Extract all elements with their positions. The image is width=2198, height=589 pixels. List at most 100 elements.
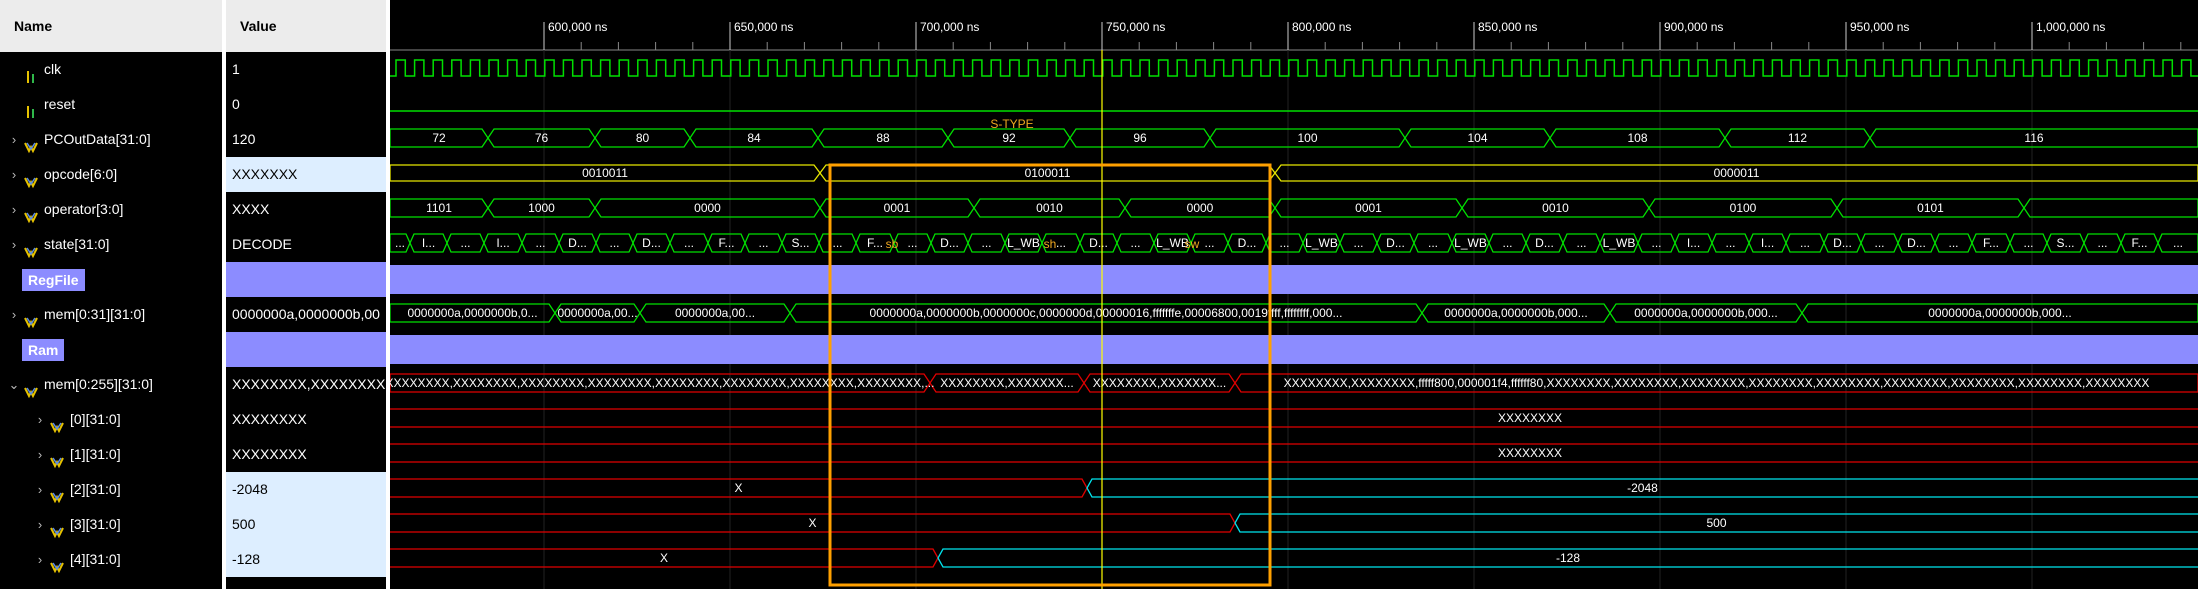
signal-name: [1][31:0]	[70, 446, 121, 462]
bus-value: 112	[1788, 131, 1807, 145]
bus-value: 0100	[1730, 201, 1757, 215]
bus-value: D...	[1535, 236, 1554, 250]
signal-row-regfile[interactable]: RegFile	[0, 262, 222, 297]
chevron-down-icon[interactable]: ⌄	[8, 367, 20, 402]
chevron-right-icon[interactable]: ›	[8, 157, 20, 192]
value-column: Value 1 0 120 XXXXXXX XXXX DECODE 0000000a,000…	[226, 0, 386, 589]
signal-row-mem-0-31-31-0[interactable]: › mem[0:31][31:0]	[0, 297, 222, 332]
bus-value: 0000000a,0000000b,000...	[1444, 306, 1587, 320]
chevron-right-icon[interactable]: ›	[8, 297, 20, 332]
bus-value: 0000000a,0000000b,0...	[407, 306, 537, 320]
bus-value: S...	[2056, 236, 2074, 250]
tick-label: 800,000 ns	[1292, 20, 1351, 34]
pc-wave[interactable]	[390, 128, 2198, 148]
bus-value: 0000000a,00...	[557, 306, 637, 320]
mem3-wave[interactable]	[390, 513, 2198, 533]
regfile-band	[390, 265, 2198, 294]
bus-value: XXXXXXXX,XXXXXXX...	[1093, 376, 1226, 390]
chevron-right-icon[interactable]: ›	[34, 437, 46, 472]
chevron-right-icon[interactable]: ›	[34, 402, 46, 437]
signal-name: reset	[44, 96, 76, 112]
signal-row-ram[interactable]: Ram	[0, 332, 222, 367]
bus-value: ...	[907, 236, 917, 250]
bus-value: X	[808, 516, 816, 530]
bus-value: 108	[1627, 131, 1647, 145]
signal-row-operator-3-0[interactable]: › operator[3:0]	[0, 192, 222, 227]
signal-value: XXXXXXXX	[232, 411, 307, 427]
bus-value: D...	[1238, 236, 1257, 250]
bus-value: ...	[395, 236, 405, 250]
signal-row-reset[interactable]: reset	[0, 87, 222, 122]
chevron-right-icon[interactable]: ›	[34, 472, 46, 507]
mem1-wave[interactable]	[390, 443, 2198, 463]
signal-row-2-31-0[interactable]: › [2][31:0]	[0, 472, 222, 507]
bus-signal-icon	[50, 412, 64, 434]
bus-value: ...	[1800, 236, 1810, 250]
mem2-wave[interactable]	[390, 478, 2198, 498]
bus-value: D...	[1833, 236, 1852, 250]
bus-value: 0000000a,0000000b,000...	[1634, 306, 1777, 320]
signal-name: operator[3:0]	[44, 201, 124, 217]
bus-value: 116	[2024, 131, 2043, 145]
bus-value: F...	[718, 236, 734, 250]
ram-band	[390, 335, 2198, 364]
bus-value: XXXXXXXX,XXXXXXXX,XXXXXXXX,XXXXXXXX,XXXX…	[390, 376, 934, 390]
bus-value: I...	[1687, 236, 1700, 250]
bus-value: ...	[2097, 236, 2107, 250]
bus-value: ...	[1874, 236, 1884, 250]
signal-name: mem[0:31][31:0]	[44, 306, 146, 322]
bus-value: D...	[1089, 236, 1108, 250]
bus-value: X	[660, 551, 668, 565]
bus-value: 0010011	[582, 166, 628, 180]
tick-label: 700,000 ns	[920, 20, 979, 34]
bus-value: D...	[940, 236, 959, 250]
waveform-panel[interactable]: 600,000 ns 650,000 ns 700,000 ns 750,000 ns…	[390, 0, 2198, 589]
bus-value: I...	[496, 236, 509, 250]
name-header[interactable]: Name	[0, 0, 222, 52]
bus-value: 0001	[1355, 201, 1382, 215]
signal-row-4-31-0[interactable]: › [4][31:0]	[0, 542, 222, 577]
signal-name: [0][31:0]	[70, 411, 121, 427]
bus-value: ...	[981, 236, 991, 250]
bus-signal-icon	[50, 447, 64, 469]
stype-highlight-box	[828, 163, 1272, 587]
signal-row-opcode-6-0[interactable]: › opcode[6:0]	[0, 157, 222, 192]
bus-value: 0010	[1036, 201, 1063, 215]
bus-segment	[2023, 198, 2198, 218]
bus-value: ...	[684, 236, 694, 250]
signal-name: state[31:0]	[44, 236, 110, 252]
signal-row-3-31-0[interactable]: › [3][31:0]	[0, 507, 222, 542]
signal-value: 500	[226, 507, 386, 542]
signal-row-pcoutdata-31-0[interactable]: › PCOutData[31:0]	[0, 122, 222, 157]
state-wave[interactable]	[390, 233, 2198, 253]
signal-name: [4][31:0]	[70, 551, 121, 567]
signal-row-clk[interactable]: clk	[0, 52, 222, 87]
bus-value: I...	[422, 236, 435, 250]
signal-row-state-31-0[interactable]: › state[31:0]	[0, 227, 222, 262]
bus-value: F...	[867, 236, 883, 250]
signal-value: DECODE	[232, 236, 292, 252]
bus-value: XXXXXXXX	[1498, 411, 1562, 425]
bus-value: 500	[1706, 516, 1726, 530]
bus-value: D...	[568, 236, 587, 250]
signal-row-1-31-0[interactable]: › [1][31:0]	[0, 437, 222, 472]
chevron-right-icon[interactable]: ›	[34, 507, 46, 542]
chevron-right-icon[interactable]: ›	[8, 122, 20, 157]
signal-value: XXXXXXXX,XXXXXXXX	[232, 376, 386, 392]
bus-value: 0000	[1187, 201, 1214, 215]
bus-value: 0101	[1917, 201, 1944, 215]
signal-row-0-31-0[interactable]: › [0][31:0]	[0, 402, 222, 437]
value-header[interactable]: Value	[226, 0, 386, 52]
signal-row-mem-0-255-31-0[interactable]: ⌄ mem[0:255][31:0]	[0, 367, 222, 402]
bus-signal-icon	[24, 202, 38, 224]
chevron-right-icon[interactable]: ›	[34, 542, 46, 577]
bus-value: 0000011	[1714, 166, 1760, 180]
mem0-wave[interactable]	[390, 408, 2198, 428]
opcode-wave[interactable]	[390, 164, 2198, 182]
clk-wave[interactable]	[390, 59, 2198, 77]
bus-value: 96	[1133, 131, 1147, 145]
signal-name: clk	[44, 61, 62, 77]
chevron-right-icon[interactable]: ›	[8, 192, 20, 227]
bus-value: ...	[1056, 236, 1066, 250]
chevron-right-icon[interactable]: ›	[8, 227, 20, 262]
